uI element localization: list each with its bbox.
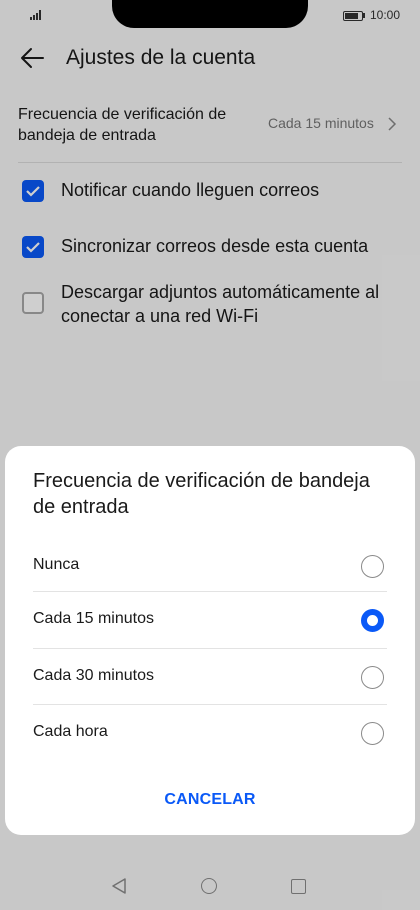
cancel-button[interactable]: CANCELAR — [5, 791, 415, 809]
frequency-dialog: Frecuencia de verificación de bandeja de… — [5, 446, 415, 835]
radio-button[interactable] — [361, 722, 384, 745]
option-never[interactable]: Nunca — [5, 538, 415, 594]
option-15-min[interactable]: Cada 15 minutos — [5, 592, 415, 648]
radio-button[interactable] — [361, 666, 384, 689]
radio-button[interactable] — [361, 555, 384, 578]
option-label: Cada hora — [33, 723, 108, 740]
option-hourly[interactable]: Cada hora — [5, 705, 415, 761]
radio-button-selected[interactable] — [361, 609, 384, 632]
option-30-min[interactable]: Cada 30 minutos — [5, 649, 415, 705]
phone-frame: 10:00 Ajustes de la cuenta Frecuencia de… — [0, 0, 420, 910]
option-label: Cada 15 minutos — [33, 610, 154, 627]
dialog-title: Frecuencia de verificación de bandeja de… — [33, 470, 370, 518]
option-label: Cada 30 minutos — [33, 667, 154, 684]
option-label: Nunca — [33, 556, 80, 573]
